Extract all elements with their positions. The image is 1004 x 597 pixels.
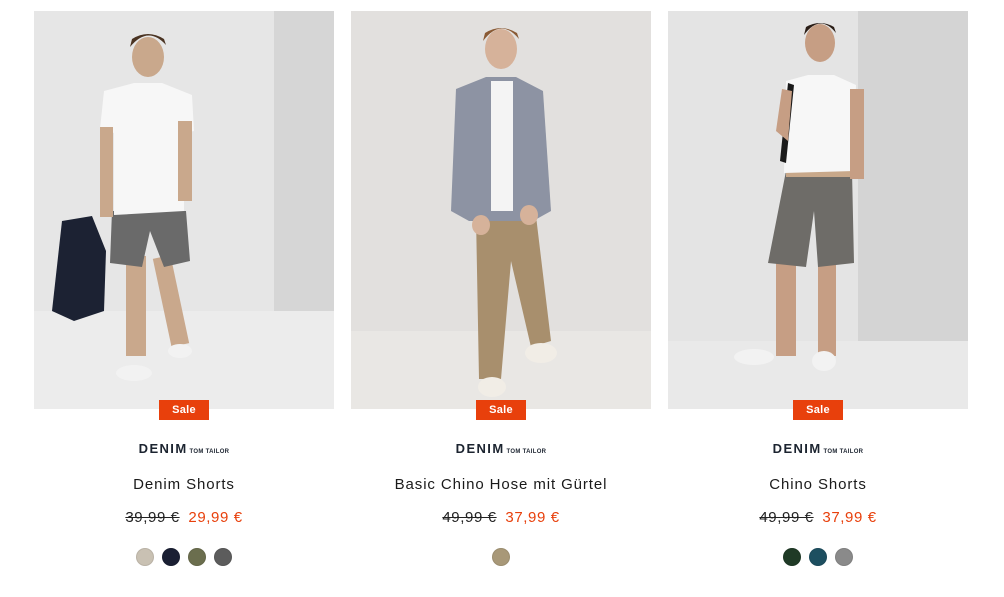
brand-logo-sub: TOM TAILOR [506,449,547,455]
product-name[interactable]: Denim Shorts [34,476,334,493]
sale-badge: Sale [159,400,209,420]
color-swatch[interactable] [136,548,154,566]
brand-logo-main: DENIM [772,441,822,456]
sale-badge: Sale [476,400,526,420]
product-grid: Sale DENIM TOM TAILOR Denim Shorts 39,99… [0,0,1004,597]
brand-logo-main: DENIM [138,441,188,456]
product-price: 49,99 € 37,99 € [668,509,968,526]
original-price: 49,99 € [442,509,497,526]
brand-logo: DENIM TOM TAILOR [351,441,651,456]
sale-price: 37,99 € [505,509,560,526]
color-swatch[interactable] [492,548,510,566]
original-price: 49,99 € [759,509,814,526]
brand-logo-sub: TOM TAILOR [823,449,864,455]
product-card-denim-shorts[interactable]: Sale DENIM TOM TAILOR Denim Shorts 39,99… [34,11,334,591]
color-swatches [668,548,968,566]
brand-logo-sub: TOM TAILOR [189,449,230,455]
product-card-chino-shorts[interactable]: Sale DENIM TOM TAILOR Chino Shorts 49,99… [668,11,968,591]
color-swatches [34,548,334,566]
color-swatch[interactable] [783,548,801,566]
color-swatch[interactable] [835,548,853,566]
sale-price: 37,99 € [822,509,877,526]
sale-badge: Sale [793,400,843,420]
product-price: 39,99 € 29,99 € [34,509,334,526]
brand-logo: DENIM TOM TAILOR [668,441,968,456]
product-image[interactable] [668,11,968,409]
product-image[interactable] [351,11,651,409]
product-price: 49,99 € 37,99 € [351,509,651,526]
original-price: 39,99 € [125,509,180,526]
brand-logo-main: DENIM [455,441,505,456]
product-card-basic-chino[interactable]: Sale DENIM TOM TAILOR Basic Chino Hose m… [351,11,651,591]
color-swatches [351,548,651,566]
product-name[interactable]: Basic Chino Hose mit Gürtel [351,476,651,493]
color-swatch[interactable] [214,548,232,566]
sale-price: 29,99 € [188,509,243,526]
color-swatch[interactable] [188,548,206,566]
product-name[interactable]: Chino Shorts [668,476,968,493]
product-image[interactable] [34,11,334,409]
color-swatch[interactable] [162,548,180,566]
brand-logo: DENIM TOM TAILOR [34,441,334,456]
color-swatch[interactable] [809,548,827,566]
